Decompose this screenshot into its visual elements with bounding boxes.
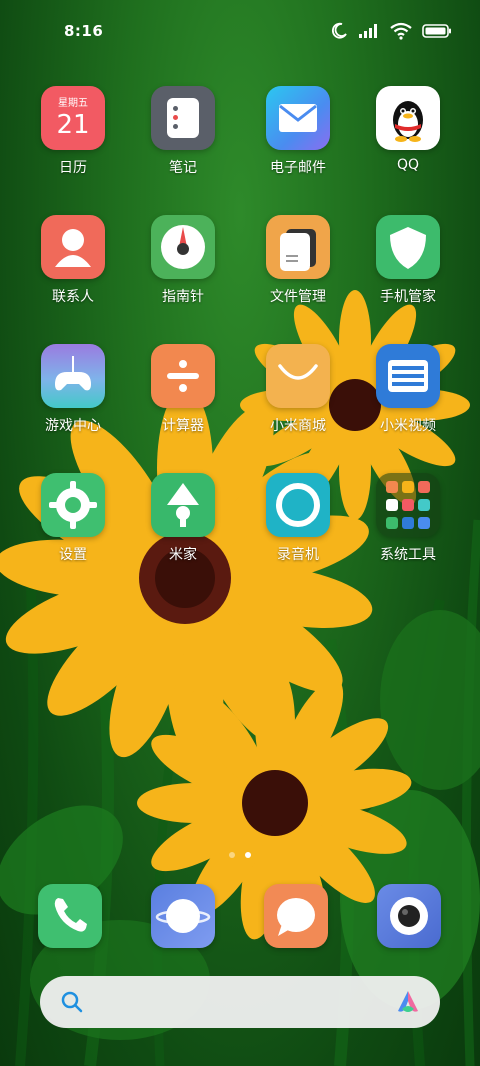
video-film-icon [376, 344, 440, 408]
shield-icon [376, 215, 440, 279]
dock-phone[interactable] [15, 884, 125, 948]
status-icons [330, 22, 452, 40]
folder-files-icon [266, 215, 330, 279]
gamepad-icon [41, 344, 105, 408]
page-dot [229, 852, 235, 858]
do-not-disturb-moon-icon [331, 22, 347, 39]
app-email[interactable]: 电子邮件 [243, 86, 353, 177]
browser-icon [151, 884, 215, 948]
notes-icon [151, 86, 215, 150]
page-dot-active [245, 852, 251, 858]
app-label: 小米视频 [380, 418, 436, 434]
app-label: 笔记 [169, 160, 197, 176]
app-calculator[interactable]: 计算器 [128, 344, 238, 435]
app-label: 文件管理 [270, 289, 326, 305]
gear-icon [41, 473, 105, 537]
contacts-icon [41, 215, 105, 279]
qq-penguin-icon [376, 86, 440, 150]
camera-icon [377, 884, 441, 948]
dock-camera[interactable] [354, 884, 464, 948]
app-qq[interactable]: QQ [353, 86, 463, 173]
app-notes[interactable]: 笔记 [128, 86, 238, 177]
recorder-icon [266, 473, 330, 537]
email-icon [266, 86, 330, 150]
search-icon [61, 991, 83, 1013]
app-game-center[interactable]: 游戏中心 [18, 344, 128, 435]
app-label: 录音机 [277, 547, 319, 563]
calendar-icon: 星期五 21 [41, 86, 105, 150]
app-label: QQ [396, 157, 420, 173]
app-mi-store[interactable]: 小米商城 [243, 344, 353, 435]
app-label: 计算器 [162, 418, 204, 434]
shopping-bag-icon [266, 344, 330, 408]
app-label: 联系人 [52, 289, 94, 305]
calculator-divide-icon [151, 344, 215, 408]
app-settings[interactable]: 设置 [18, 473, 128, 564]
dock-browser[interactable] [128, 884, 238, 948]
app-label: 设置 [59, 547, 87, 563]
app-file-manager[interactable]: 文件管理 [243, 215, 353, 306]
mijia-home-icon [151, 473, 215, 537]
status-time: 8:16 [64, 22, 104, 40]
page-indicator [0, 852, 480, 858]
folder-icon [376, 473, 440, 537]
search-bar[interactable] [40, 976, 440, 1028]
app-label: 米家 [169, 547, 197, 563]
calendar-day: 21 [56, 110, 90, 140]
signal-icon [359, 24, 377, 38]
status-bar: 8:16 [0, 0, 480, 60]
messages-icon [264, 884, 328, 948]
wifi-icon [390, 22, 412, 40]
app-security[interactable]: 手机管家 [353, 215, 463, 306]
app-calendar[interactable]: 星期五 21 日历 [18, 86, 128, 177]
assistant-logo-icon[interactable] [394, 989, 422, 1015]
app-label: 手机管家 [380, 289, 436, 305]
app-mi-video[interactable]: 小米视频 [353, 344, 463, 435]
calendar-weekday: 星期五 [58, 98, 88, 109]
compass-icon [151, 215, 215, 279]
app-compass[interactable]: 指南针 [128, 215, 238, 306]
app-label: 指南针 [162, 289, 204, 305]
app-label: 小米商城 [270, 418, 326, 434]
app-label: 电子邮件 [270, 160, 326, 176]
phone-icon [38, 884, 102, 948]
dock-messages[interactable] [241, 884, 351, 948]
app-recorder[interactable]: 录音机 [243, 473, 353, 564]
app-label: 游戏中心 [45, 418, 101, 434]
app-label: 系统工具 [380, 547, 436, 563]
folder-system-tools[interactable]: 系统工具 [353, 473, 463, 564]
app-label: 日历 [59, 160, 87, 176]
app-mijia[interactable]: 米家 [128, 473, 238, 564]
app-contacts[interactable]: 联系人 [18, 215, 128, 306]
battery-icon [422, 24, 451, 38]
